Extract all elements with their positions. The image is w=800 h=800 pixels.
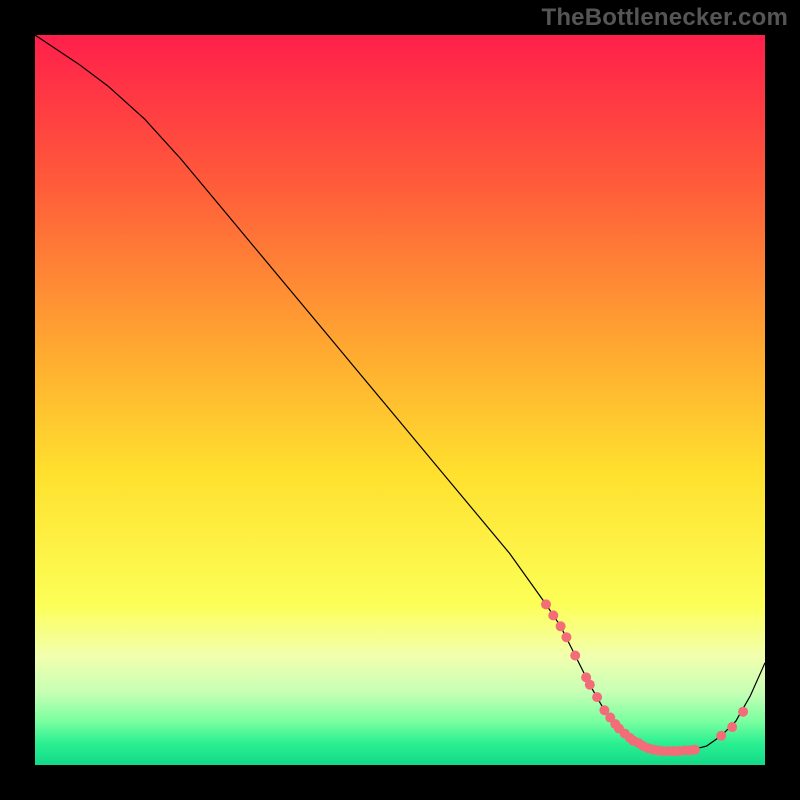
data-point: [738, 707, 748, 717]
data-point: [548, 610, 558, 620]
attribution-text: TheBottlenecker.com: [541, 4, 788, 32]
chart-frame: TheBottlenecker.com: [0, 0, 800, 800]
data-point: [592, 692, 602, 702]
data-point: [716, 731, 726, 741]
data-point: [541, 599, 551, 609]
data-point: [561, 632, 571, 642]
data-point: [727, 722, 737, 732]
plot-area: [35, 35, 765, 765]
data-point: [690, 745, 700, 755]
gradient-background: [35, 35, 765, 765]
data-point: [570, 651, 580, 661]
data-point: [556, 621, 566, 631]
data-point: [585, 680, 595, 690]
plot-svg: [35, 35, 765, 765]
